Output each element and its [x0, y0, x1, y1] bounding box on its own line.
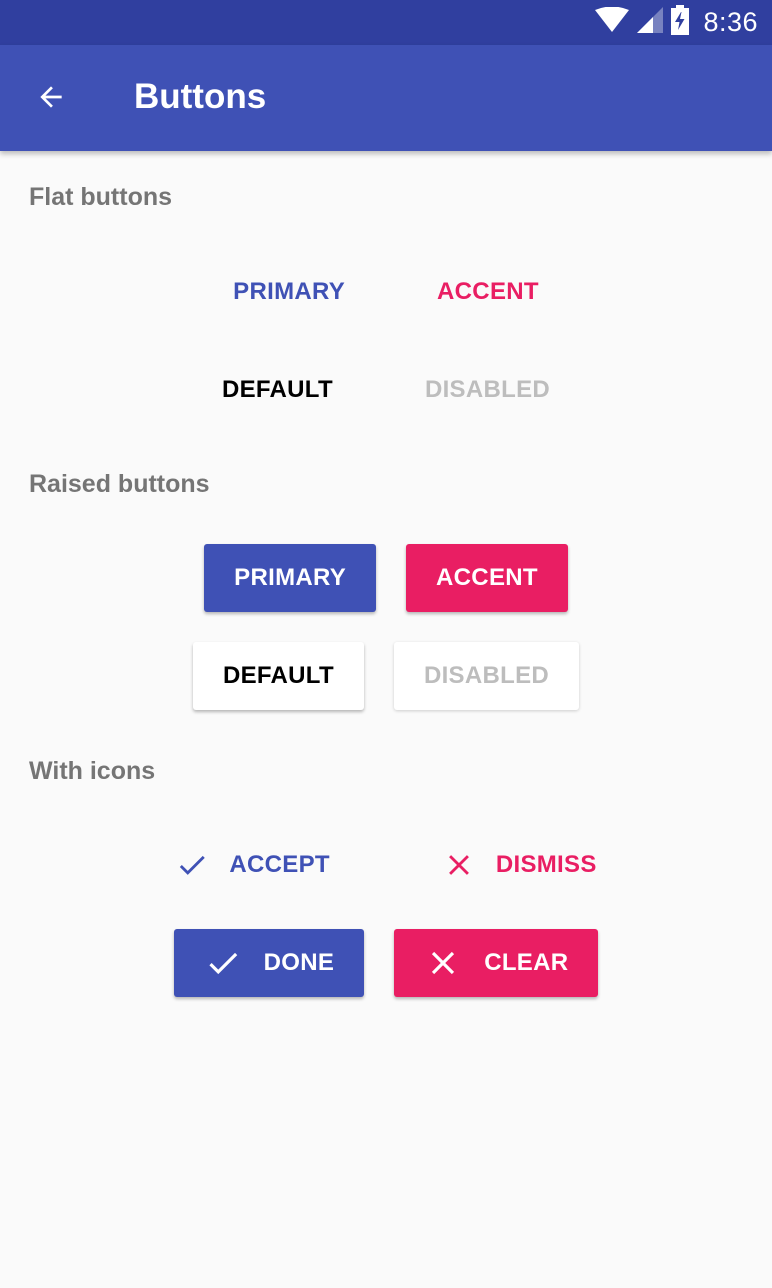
check-icon: [204, 944, 242, 982]
raised-default-button[interactable]: DEFAULT: [192, 642, 364, 710]
clear-button[interactable]: CLEAR: [394, 929, 599, 997]
flat-default-button[interactable]: DEFAULT: [196, 356, 359, 424]
close-icon: [424, 944, 462, 982]
section-title-flat: Flat buttons: [29, 183, 173, 211]
status-icons: 8:36: [595, 0, 758, 45]
raised-primary-button[interactable]: PRIMARY: [204, 544, 377, 612]
flat-disabled-button: DISABLED: [399, 356, 576, 424]
page-title: Buttons: [134, 77, 267, 116]
app-bar: Buttons: [0, 45, 772, 151]
status-time: 8:36: [703, 7, 758, 37]
done-button[interactable]: DONE: [173, 929, 365, 997]
clear-label: CLEAR: [484, 949, 569, 976]
dismiss-button[interactable]: DISMISS: [416, 831, 623, 899]
dismiss-label: DISMISS: [495, 851, 597, 878]
arrow-back-icon: [35, 81, 67, 118]
flat-row-2: DEFAULT DISABLED: [0, 356, 772, 424]
battery-charging-icon: [671, 5, 690, 40]
signal-icon: [637, 7, 664, 38]
icon-flat-row: ACCEPT DISMISS: [0, 831, 772, 899]
section-title-icons: With icons: [29, 757, 156, 785]
status-bar: 8:36: [0, 0, 772, 45]
raised-disabled-button: DISABLED: [393, 642, 580, 710]
wifi-icon: [595, 6, 630, 38]
accept-label: ACCEPT: [229, 851, 330, 878]
section-title-raised: Raised buttons: [29, 470, 210, 498]
raised-accent-button[interactable]: ACCENT: [406, 544, 568, 612]
raised-row-2: DEFAULT DISABLED: [0, 642, 772, 710]
accept-button[interactable]: ACCEPT: [149, 831, 355, 899]
flat-accent-button[interactable]: ACCENT: [411, 258, 565, 326]
back-button[interactable]: [22, 70, 80, 128]
flat-row-1: PRIMARY ACCENT: [0, 258, 772, 326]
raised-row-1: PRIMARY ACCENT: [0, 544, 772, 612]
icon-raised-row: DONE CLEAR: [0, 929, 772, 997]
check-icon: [175, 848, 209, 882]
flat-primary-button[interactable]: PRIMARY: [207, 258, 371, 326]
close-icon: [442, 848, 476, 882]
done-label: DONE: [263, 949, 335, 976]
